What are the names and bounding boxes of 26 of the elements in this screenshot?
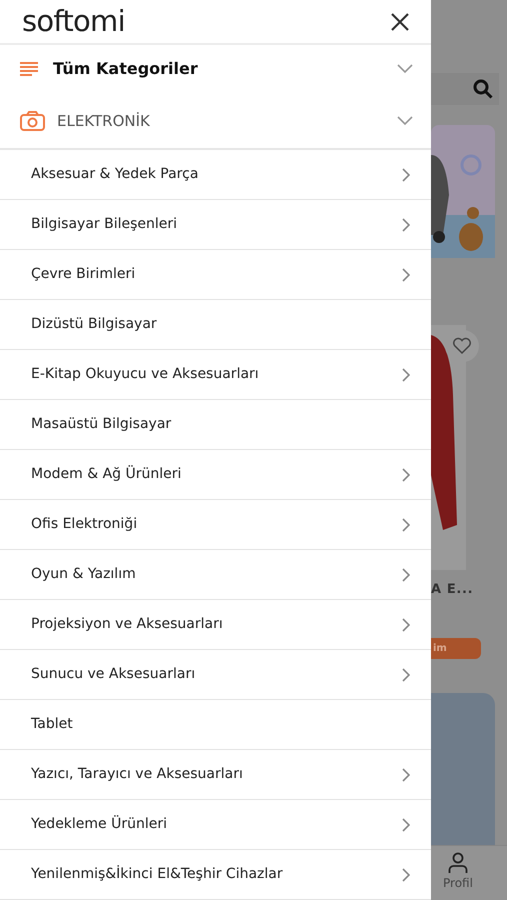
product-title: A E... [431,581,474,599]
section-label: Tüm Kategoriler [53,58,198,80]
list-icon [20,62,38,76]
chevron-down-icon [397,116,413,126]
logo: softomi [22,7,125,36]
heart-icon [452,337,472,355]
category-item[interactable]: Projeksiyon ve Aksesuarları [0,600,431,650]
category-item[interactable]: Çevre Birimleri [0,250,431,300]
category-item[interactable]: Sunucu ve Aksesuarları [0,650,431,700]
category-row[interactable]: ELEKTRONİK [0,94,431,150]
category-item[interactable]: Ofis Elektroniği [0,500,431,550]
search-bar[interactable] [431,73,499,105]
all-categories-row[interactable]: Tüm Kategoriler [0,45,431,94]
category-item[interactable]: Oyun & Yazılım [0,550,431,600]
search-icon [473,79,493,99]
camera-icon [20,110,45,131]
category-item[interactable]: Modem & Ağ Ürünleri [0,450,431,500]
section-label: ELEKTRONİK [57,110,150,132]
category-item[interactable]: Bilgisayar Bileşenleri [0,200,431,250]
category-item[interactable]: E-Kitap Okuyucu ve Aksesuarları [0,350,431,400]
category-item[interactable]: Yedekleme Ürünleri [0,800,431,850]
category-item[interactable]: Aksesuar & Yedek Parça [0,150,431,200]
category-item[interactable]: Yazıcı, Tarayıcı ve Aksesuarları [0,750,431,800]
category-item[interactable]: Yenilenmiş&İkinci El&Teşhir Cihazlar [0,850,431,900]
chevron-down-icon [397,64,413,74]
person-icon [448,852,468,874]
